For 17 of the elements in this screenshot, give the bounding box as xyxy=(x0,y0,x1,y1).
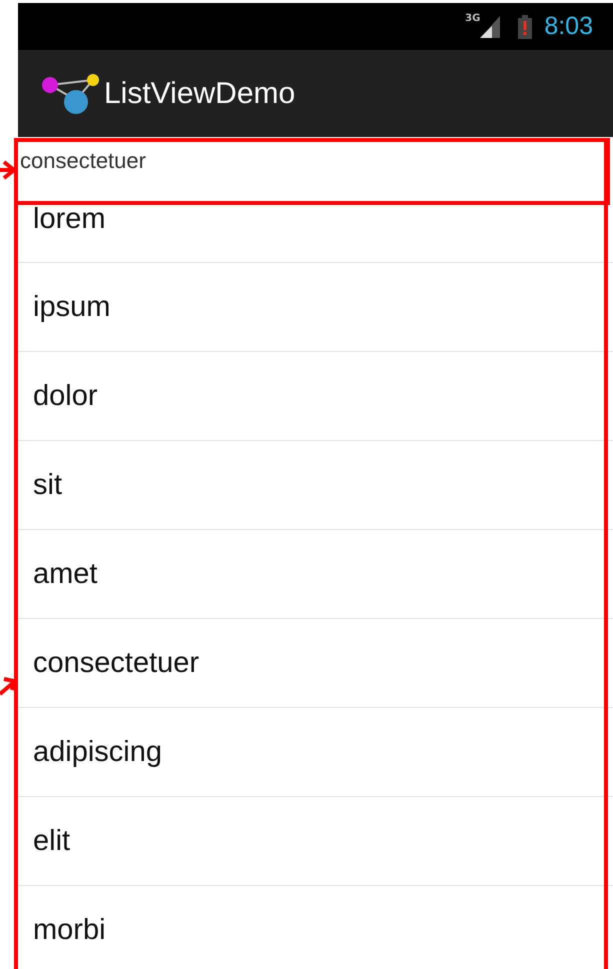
clock-text: 8:03 xyxy=(544,12,593,41)
app-title: ListViewDemo xyxy=(104,76,296,110)
list-item[interactable]: adipiscing xyxy=(18,708,613,797)
signal-icon xyxy=(480,16,500,38)
list-item[interactable]: consectetuer xyxy=(18,619,613,708)
section-header-label: consectetuer xyxy=(20,148,146,173)
pointer-arrow xyxy=(0,676,16,698)
network-type-label: 3G xyxy=(465,13,480,24)
pointer-arrow xyxy=(0,159,16,181)
battery-alert-icon xyxy=(518,14,532,38)
list-item[interactable]: amet xyxy=(18,530,613,619)
list-item[interactable]: dolor xyxy=(18,352,613,441)
list-item[interactable]: morbi xyxy=(18,886,613,969)
list-item[interactable]: ipsum xyxy=(18,263,613,352)
list-item[interactable]: elit xyxy=(18,797,613,886)
list-item[interactable]: sit xyxy=(18,441,613,530)
molecule-icon xyxy=(40,72,100,116)
